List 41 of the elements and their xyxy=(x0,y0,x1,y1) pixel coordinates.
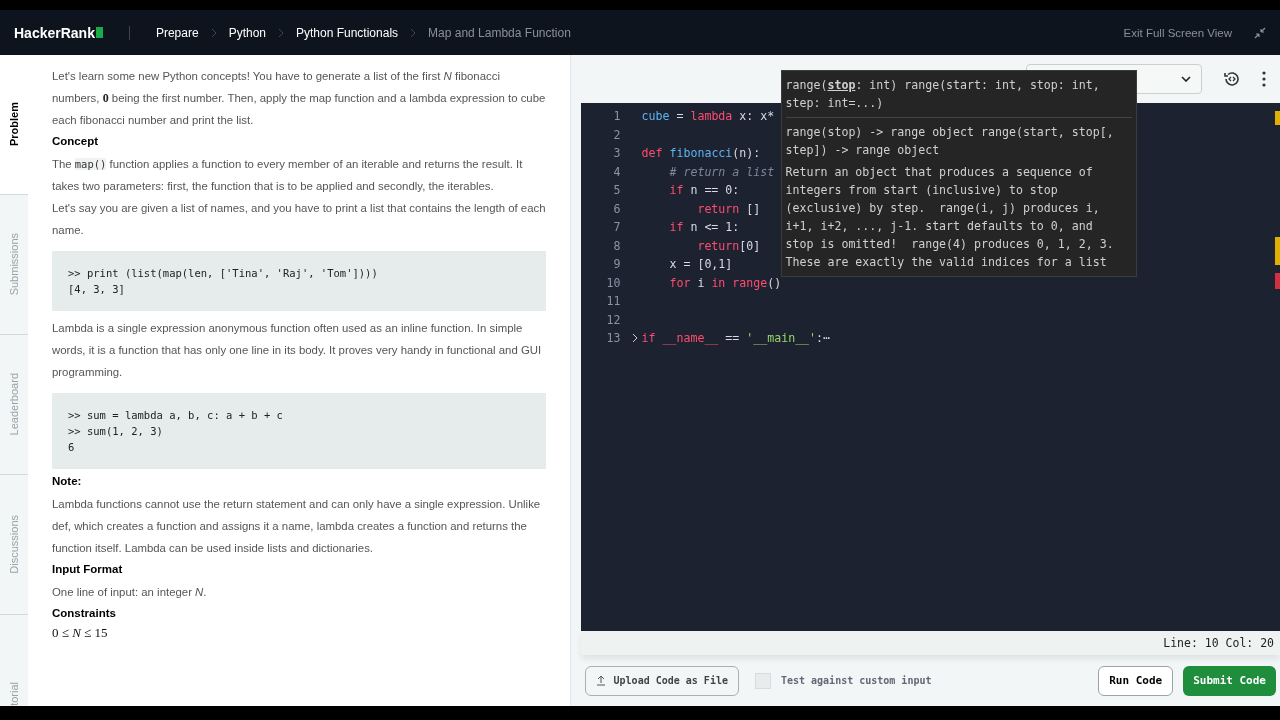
code-line: # return a list xyxy=(668,164,775,179)
code-line: if n == 0: xyxy=(668,183,740,198)
paragraph: Lambda is a single expression anonymous function often used as an inline function. In simple words, it is a function that has only one line in its body. It proves very handy in functional and GUI programming. xyxy=(52,321,543,380)
line-number: 5 xyxy=(612,183,622,198)
paragraph: Let's learn some new Python concepts! You have to generate a list of the first N fibonacci numbers, 0 being the first number. Then, apply the map function and a lambda expression to cube each fibonacci number and print the list. xyxy=(52,69,546,128)
cursor-position: Line: 10 Col: 20 xyxy=(1163,636,1274,650)
line-number: 7 xyxy=(612,220,622,235)
section-heading: Constraints xyxy=(52,607,117,619)
line-number: 13 xyxy=(605,331,622,346)
line-number: 12 xyxy=(605,312,622,327)
line-number: 11 xyxy=(605,294,622,309)
paragraph: Lambda functions cannot use the return statement and can only have a single expression. Unlike def, which creates a function and assigns it a name, lambda creates a function and returns the function itself. Lambda can be used inside lists and dictionaries. xyxy=(52,497,542,556)
line-number: 9 xyxy=(612,257,622,272)
line-number: 10 xyxy=(605,275,622,290)
code-line: def fibonacci(n): xyxy=(641,146,761,161)
line-number: 6 xyxy=(612,201,622,216)
description-text: Return an object that produces a sequence of integers from start (inclusive) to stop (exclusive) by step. range(i, j) produces i, i+1, i+2, ..., j-1. start defaults to 0, and stop is omitted! range(4) produces 0, 1, 2, 3. These are exactly the valid indices for a list xyxy=(785,164,1115,271)
code-line: for i in range() xyxy=(668,275,782,290)
signature-text: range(stop: int) range(start: int, stop: int, step: int=...) xyxy=(785,77,1101,112)
paragraph: Let's say you are given a list of names, and you have to print a list that contains the length of each name. xyxy=(52,201,546,238)
code-line: cube = lambda x: x* xyxy=(641,109,775,124)
section-heading: Note: xyxy=(52,475,83,487)
line-number: 3 xyxy=(612,146,622,161)
paragraph: The map() function applies a function to every member of an iterable and returns the result. It takes two parameters: first, the function that is to be applied and secondly, the iterables. xyxy=(52,157,524,194)
constraint-formula: 0 ≤ N ≤ 15 xyxy=(52,625,109,641)
line-number: 2 xyxy=(612,127,622,142)
checkbox-label: Test against custom input xyxy=(780,675,932,686)
line-number: 8 xyxy=(612,238,622,253)
code-line: return [] xyxy=(696,201,761,216)
doc-text: range(stop) -> range object range(start, stop[, step]) -> range object xyxy=(785,124,1115,159)
line-number: 4 xyxy=(612,164,622,179)
code-line: if n <= 1: xyxy=(668,220,740,235)
code-line: x = [0,1] xyxy=(668,257,733,272)
code-example: >> sum = lambda a, b, c: a + b + c >> sum(1, 2, 3) 6 xyxy=(52,393,546,469)
code-line: return[0] xyxy=(696,238,761,253)
line-number: 1 xyxy=(612,109,622,124)
code-example: >> print (list(map(len, ['Tina', 'Raj', 'Tom']))) [4, 3, 3] xyxy=(52,251,546,311)
code-line: if __name__ == '__main__':⋯ xyxy=(641,331,831,346)
paragraph: One line of input: an integer N. xyxy=(52,585,208,600)
section-heading: Input Format xyxy=(52,563,124,575)
section-heading: Concept xyxy=(52,135,99,147)
